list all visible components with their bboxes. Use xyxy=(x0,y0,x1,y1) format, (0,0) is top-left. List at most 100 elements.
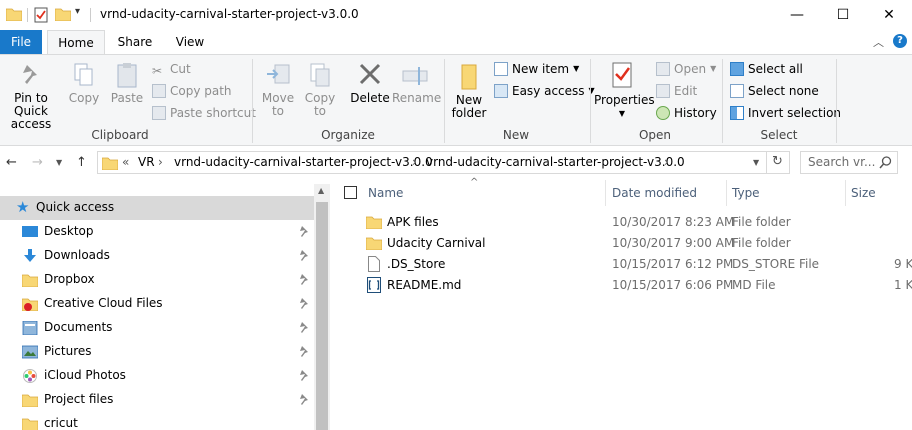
rename-button[interactable]: Rename xyxy=(392,61,441,105)
column-divider[interactable] xyxy=(726,180,727,206)
search-box[interactable]: Search vr... xyxy=(800,151,898,174)
scissors-icon: ✂ xyxy=(152,64,163,78)
paste-label: Paste xyxy=(110,91,144,105)
nav-item-cricut[interactable]: cricut xyxy=(0,412,314,430)
recent-locations-dropdown[interactable]: ▼ xyxy=(56,158,62,167)
cut-button[interactable]: ✂ Cut xyxy=(152,60,191,78)
nav-item-quick-access[interactable]: ★ Quick access xyxy=(0,196,314,220)
move-to-button[interactable]: Move to xyxy=(259,61,297,118)
file-type: File folder xyxy=(732,236,791,250)
copy-button[interactable]: Copy xyxy=(66,61,102,105)
organize-group-label: Organize xyxy=(321,128,375,142)
file-row[interactable]: .DS_Store 10/15/2017 6:12 PM DS_STORE Fi… xyxy=(360,254,912,275)
close-button[interactable]: ✕ xyxy=(866,0,912,30)
file-date: 10/30/2017 8:23 AM xyxy=(612,215,735,229)
column-divider[interactable] xyxy=(605,180,606,206)
pin-to-quick-access-button[interactable]: Pin to Quick access xyxy=(0,61,62,131)
nav-pane-scrollbar[interactable]: ▲ xyxy=(314,184,330,430)
new-item-button[interactable]: New item ▼ xyxy=(494,60,579,78)
pin-icon[interactable] xyxy=(298,393,310,407)
up-arrow-icon[interactable]: ↑ xyxy=(76,155,87,170)
file-row[interactable]: Udacity Carnival 10/30/2017 9:00 AM File… xyxy=(360,233,912,254)
nav-item-pictures[interactable]: Pictures xyxy=(0,340,314,364)
address-bar[interactable]: « VR › vrnd-udacity-carnival-starter-pro… xyxy=(97,151,790,174)
nav-item-project-files[interactable]: Project files xyxy=(0,388,314,412)
pin-icon[interactable] xyxy=(298,273,310,287)
back-arrow-icon[interactable]: ← xyxy=(6,155,17,170)
help-icon[interactable]: ? xyxy=(893,34,907,48)
select-group-label: Select xyxy=(760,128,798,142)
maximize-button[interactable]: ☐ xyxy=(820,0,866,30)
column-header-size[interactable]: Size xyxy=(851,186,876,200)
open-icon xyxy=(656,62,670,76)
breadcrumb-item-project-inner[interactable]: vrnd-udacity-carnival-starter-project-v3… xyxy=(426,155,685,169)
file-date: 10/15/2017 6:12 PM xyxy=(612,257,734,271)
pin-icon xyxy=(23,65,37,84)
select-none-label: Select none xyxy=(748,84,819,98)
pin-icon[interactable] xyxy=(298,297,310,311)
scrollbar-thumb[interactable] xyxy=(316,202,328,430)
column-header-type[interactable]: Type xyxy=(732,186,760,200)
properties-button[interactable]: Properties ▼ xyxy=(594,61,655,120)
tab-home[interactable]: Home xyxy=(47,30,105,55)
pin-icon[interactable] xyxy=(298,369,310,383)
easy-access-icon xyxy=(494,84,508,98)
scroll-up-icon[interactable]: ▲ xyxy=(318,186,324,195)
tab-view[interactable]: View xyxy=(170,30,210,54)
file-row[interactable]: APK files 10/30/2017 8:23 AM File folder xyxy=(360,212,912,233)
file-row[interactable]: README.md 10/15/2017 6:06 PM MD File 1 K xyxy=(360,275,912,296)
pin-icon[interactable] xyxy=(298,321,310,335)
forward-arrow-icon[interactable]: → xyxy=(32,155,43,170)
column-header-name[interactable]: Name xyxy=(368,186,403,200)
copy-path-button[interactable]: Copy path xyxy=(152,82,232,100)
paste-button[interactable]: Paste xyxy=(108,61,146,105)
nav-item-desktop[interactable]: Desktop xyxy=(0,220,314,244)
chevron-right-icon[interactable]: › xyxy=(158,155,163,169)
nav-item-documents[interactable]: Documents xyxy=(0,316,314,340)
pin-icon[interactable] xyxy=(298,249,310,263)
edit-button[interactable]: Edit xyxy=(656,82,697,100)
paste-shortcut-icon xyxy=(152,106,166,120)
delete-button[interactable]: Delete xyxy=(350,61,390,105)
tab-share[interactable]: Share xyxy=(112,30,158,54)
nav-item-creative-cloud-files[interactable]: Creative Cloud Files xyxy=(0,292,314,316)
nav-item-icloud-photos[interactable]: iCloud Photos xyxy=(0,364,314,388)
breadcrumb-item-project[interactable]: vrnd-udacity-carnival-starter-project-v3… xyxy=(174,155,433,169)
tab-file[interactable]: File xyxy=(0,30,42,54)
new-folder-button[interactable]: New folder xyxy=(450,61,488,120)
easy-access-label: Easy access xyxy=(512,84,585,98)
breadcrumb-item-vr[interactable]: VR xyxy=(138,155,155,169)
new-folder-icon[interactable] xyxy=(55,7,71,21)
paste-icon xyxy=(117,63,137,88)
new-folder-icon xyxy=(461,64,477,90)
chevron-right-icon[interactable]: › xyxy=(664,155,669,169)
select-none-button[interactable]: Select none xyxy=(730,82,819,100)
chevron-right-icon[interactable]: › xyxy=(412,155,417,169)
easy-access-button[interactable]: Easy access ▼ xyxy=(494,82,595,100)
file-name: README.md xyxy=(387,278,462,292)
minimize-button[interactable]: — xyxy=(774,0,820,30)
history-button[interactable]: History xyxy=(656,104,717,122)
open-button[interactable]: Open ▼ xyxy=(656,60,716,78)
navigation-pane: ★ Quick access Desktop Downloads Dropbox… xyxy=(0,184,330,430)
column-divider[interactable] xyxy=(845,180,846,206)
copy-to-button[interactable]: Copy to xyxy=(301,61,339,118)
pin-icon[interactable] xyxy=(298,345,310,359)
pin-icon[interactable] xyxy=(298,225,310,239)
refresh-icon[interactable]: ↻ xyxy=(772,154,783,169)
breadcrumb-overflow[interactable]: « xyxy=(122,155,129,169)
minimize-ribbon-icon[interactable]: ︿ xyxy=(873,34,884,50)
nav-item-label: Documents xyxy=(44,320,113,334)
nav-item-dropbox[interactable]: Dropbox xyxy=(0,268,314,292)
nav-item-downloads[interactable]: Downloads xyxy=(0,244,314,268)
select-all-checkbox[interactable] xyxy=(344,186,357,199)
properties-icon[interactable] xyxy=(34,7,48,23)
paste-shortcut-button[interactable]: Paste shortcut xyxy=(152,104,256,122)
search-input[interactable]: Search vr... xyxy=(808,155,875,169)
folder-icon xyxy=(366,216,382,229)
select-all-button[interactable]: Select all xyxy=(730,60,803,78)
invert-selection-button[interactable]: Invert selection xyxy=(730,104,841,122)
address-history-dropdown[interactable]: ▼ xyxy=(753,158,759,167)
quick-access-toolbar-dropdown[interactable]: ▾ xyxy=(75,6,80,17)
column-header-date-modified[interactable]: Date modified xyxy=(612,186,697,200)
